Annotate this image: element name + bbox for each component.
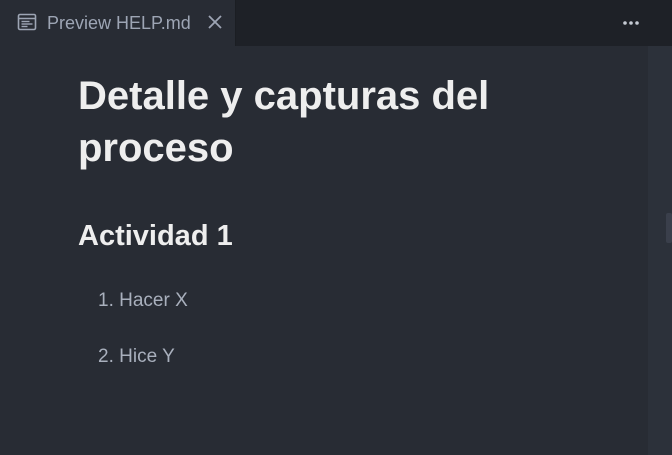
- scrollbar-thumb[interactable]: [666, 213, 672, 243]
- heading-2: Actividad 1: [78, 220, 233, 252]
- tab-title: Preview HELP.md: [47, 13, 191, 33]
- more-options-icon[interactable]: [616, 12, 646, 34]
- editor-window: Preview HELP.md Detalle y capturas del p…: [0, 0, 672, 455]
- list-item: 2. Hice Y: [78, 346, 578, 368]
- markdown-preview-icon: [17, 13, 37, 31]
- ordered-list: 1. Hacer X 2. Hice Y: [78, 290, 578, 368]
- markdown-document: Detalle y capturas del proceso Actividad…: [78, 70, 578, 402]
- close-icon[interactable]: [206, 13, 224, 31]
- list-item-number: 1.: [98, 290, 114, 311]
- heading-1: Detalle y capturas del proceso: [78, 74, 490, 170]
- list-item-text: Hacer X: [119, 290, 188, 311]
- vertical-scrollbar[interactable]: [648, 46, 672, 455]
- list-item-number: 2.: [98, 346, 114, 367]
- list-item: 1. Hacer X: [78, 290, 578, 312]
- tab-preview-help[interactable]: Preview HELP.md: [0, 0, 236, 46]
- tab-bar: Preview HELP.md: [0, 0, 672, 46]
- list-item-text: Hice Y: [119, 346, 175, 367]
